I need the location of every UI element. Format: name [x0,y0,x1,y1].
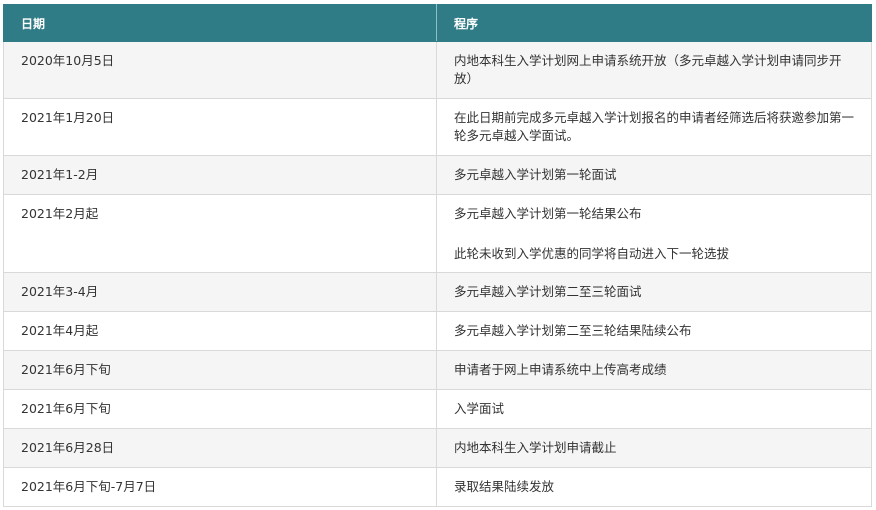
date-cell: 2021年6月下旬 [3,389,437,429]
date-cell: 2021年1月20日 [3,98,437,156]
date-cell: 2021年1-2月 [3,155,437,195]
process-cell: 申请者于网上申请系统中上传高考成绩 [436,350,872,390]
date-cell: 2021年4月起 [3,311,437,351]
column-header-date: 日期 [3,4,437,42]
header-row: 日期 程序 [3,4,872,42]
table-row: 2021年3-4月 多元卓越入学计划第二至三轮面试 [3,272,872,312]
date-cell: 2021年6月下旬 [3,350,437,390]
admission-schedule-table: 日期 程序 2020年10月5日 内地本科生入学计划网上申请系统开放（多元卓越入… [3,4,872,507]
table-row: 2020年10月5日 内地本科生入学计划网上申请系统开放（多元卓越入学计划申请同… [3,41,872,99]
table-row: 2021年6月28日 内地本科生入学计划申请截止 [3,428,872,468]
column-header-process: 程序 [436,4,872,42]
process-text: 多元卓越入学计划第一轮结果公布 [454,206,642,221]
date-cell: 2021年2月起 [3,194,437,273]
table-row: 2021年6月下旬 入学面试 [3,389,872,429]
table-row: 2021年2月起 多元卓越入学计划第一轮结果公布 此轮未收到入学优惠的同学将自动… [3,194,872,273]
process-cell: 多元卓越入学计划第一轮面试 [436,155,872,195]
process-cell: 在此日期前完成多元卓越入学计划报名的申请者经筛选后将获邀参加第一轮多元卓越入学面… [436,98,872,156]
process-cell: 多元卓越入学计划第一轮结果公布 此轮未收到入学优惠的同学将自动进入下一轮选拔 [436,194,872,273]
date-cell: 2021年6月28日 [3,428,437,468]
process-cell: 录取结果陆续发放 [436,467,872,507]
process-cell: 入学面试 [436,389,872,429]
table-row: 2021年1-2月 多元卓越入学计划第一轮面试 [3,155,872,195]
table-row: 2021年4月起 多元卓越入学计划第二至三轮结果陆续公布 [3,311,872,351]
process-cell: 多元卓越入学计划第二至三轮面试 [436,272,872,312]
process-cell: 多元卓越入学计划第二至三轮结果陆续公布 [436,311,872,351]
process-note: 此轮未收到入学优惠的同学将自动进入下一轮选拔 [454,246,730,261]
table-row: 2021年1月20日 在此日期前完成多元卓越入学计划报名的申请者经筛选后将获邀参… [3,98,872,156]
process-cell: 内地本科生入学计划申请截止 [436,428,872,468]
table-row: 2021年6月下旬 申请者于网上申请系统中上传高考成绩 [3,350,872,390]
process-cell: 内地本科生入学计划网上申请系统开放（多元卓越入学计划申请同步开放） [436,41,872,99]
date-cell: 2020年10月5日 [3,41,437,99]
date-cell: 2021年6月下旬-7月7日 [3,467,437,507]
table-row: 2021年6月下旬-7月7日 录取结果陆续发放 [3,467,872,507]
date-cell: 2021年3-4月 [3,272,437,312]
